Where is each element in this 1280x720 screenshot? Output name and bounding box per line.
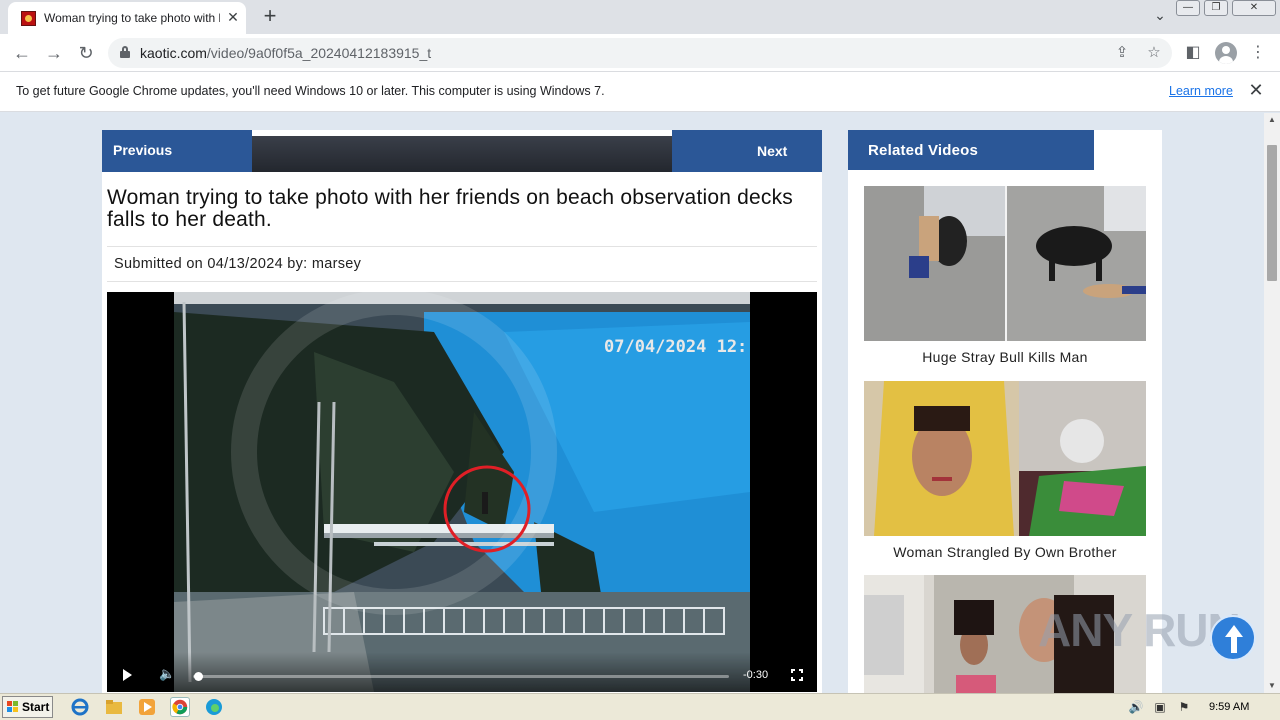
profile-icon[interactable] xyxy=(1215,42,1237,64)
video-panel: Previous Next Woman trying to take photo… xyxy=(102,130,822,693)
anyrun-watermark: ANY RUN xyxy=(1038,604,1241,656)
edge-icon[interactable] xyxy=(204,697,224,717)
tab-title: Woman trying to take photo with her frie… xyxy=(44,11,220,25)
window-close-button[interactable]: ✕ xyxy=(1232,0,1276,16)
next-button[interactable]: Next xyxy=(672,130,822,172)
scroll-up-arrow-icon[interactable]: ▲ xyxy=(1264,113,1280,127)
seek-bar[interactable] xyxy=(193,672,729,681)
browser-tab[interactable]: Woman trying to take photo with her frie… xyxy=(8,2,246,34)
video-frame[interactable]: 07/04/2024 12: xyxy=(174,292,750,692)
volume-tray-icon[interactable]: 🔊 xyxy=(1128,700,1144,714)
window-controls: — ❐ ✕ xyxy=(1172,0,1276,18)
browser-toolbar: ← → ↻ kaotic.com/video/9a0f0f5a_20240412… xyxy=(0,34,1280,72)
video-title: Woman trying to take photo with her frie… xyxy=(107,186,793,231)
chrome-icon[interactable] xyxy=(170,697,190,717)
star-icon[interactable]: ☆ xyxy=(1144,43,1164,63)
video-controls: 🔈 -0:30 xyxy=(107,652,817,692)
video-player[interactable]: 07/04/2024 12: 🔈 -0:30 xyxy=(107,292,817,692)
ie-icon[interactable] xyxy=(70,697,90,717)
time-remaining: -0:30 xyxy=(743,669,769,681)
page-scrollbar[interactable]: ▲ ▼ xyxy=(1264,113,1280,693)
related-caption-1[interactable]: Huge Stray Bull Kills Man xyxy=(848,349,1162,365)
share-icon[interactable]: ⇪ xyxy=(1112,43,1132,63)
page-viewport: Previous Next Woman trying to take photo… xyxy=(0,113,1264,693)
reload-icon[interactable]: ↻ xyxy=(74,41,98,65)
maximize-button[interactable]: ❐ xyxy=(1204,0,1228,16)
address-bar[interactable]: kaotic.com/video/9a0f0f5a_20240412183915… xyxy=(108,38,1172,68)
tab-strip: Woman trying to take photo with her frie… xyxy=(0,0,1280,34)
back-arrow-icon[interactable]: ← xyxy=(10,41,34,65)
url-text: kaotic.com/video/9a0f0f5a_20240412183915… xyxy=(140,45,432,61)
infobar-close-icon[interactable]: ✕ xyxy=(1246,80,1266,100)
minimize-button[interactable]: — xyxy=(1176,0,1200,16)
menu-icon[interactable]: ⋮ xyxy=(1248,43,1268,63)
related-thumb-2[interactable] xyxy=(864,381,1146,536)
action-center-flag-icon[interactable]: ⚑ xyxy=(1176,700,1192,714)
scroll-thumb[interactable] xyxy=(1267,145,1277,281)
related-header: Related Videos xyxy=(848,130,1094,170)
windows-logo-icon xyxy=(7,701,19,713)
tab-search-icon[interactable]: ⌄ xyxy=(1150,7,1170,27)
update-infobar: To get future Google Chrome updates, you… xyxy=(0,72,1280,112)
seek-knob[interactable] xyxy=(194,672,204,681)
video-nav: Previous Next xyxy=(102,130,822,172)
play-icon[interactable] xyxy=(121,668,133,682)
side-panel-icon[interactable]: ◧ xyxy=(1183,43,1203,63)
folder-icon[interactable] xyxy=(104,697,124,717)
scroll-to-top-button[interactable] xyxy=(1210,615,1256,661)
forward-arrow-icon[interactable]: → xyxy=(42,41,66,65)
submitted-info: Submitted on 04/13/2024 by: marsey xyxy=(114,256,362,272)
favicon-icon xyxy=(21,11,36,26)
tab-close-icon[interactable]: ✕ xyxy=(224,8,242,26)
submitter-link[interactable]: marsey xyxy=(312,256,361,272)
scroll-down-arrow-icon[interactable]: ▼ xyxy=(1264,679,1280,693)
taskbar-clock[interactable]: 9:59 AM xyxy=(1209,701,1249,713)
infobar-message: To get future Google Chrome updates, you… xyxy=(16,84,605,98)
previous-button[interactable]: Previous xyxy=(102,130,252,172)
related-thumb-1[interactable] xyxy=(864,186,1146,341)
new-tab-button[interactable]: + xyxy=(258,5,282,29)
media-player-icon[interactable] xyxy=(137,697,157,717)
lock-icon[interactable] xyxy=(120,46,130,58)
volume-icon[interactable]: 🔈 xyxy=(159,666,175,682)
video-timestamp: 07/04/2024 12: xyxy=(604,337,748,357)
network-tray-icon[interactable]: ▣ xyxy=(1152,700,1168,714)
taskbar: Start 🔊 ▣ ⚑ 9:59 AM xyxy=(0,693,1280,720)
start-button[interactable]: Start xyxy=(2,696,53,718)
fullscreen-icon[interactable] xyxy=(791,669,803,681)
learn-more-link[interactable]: Learn more xyxy=(1169,84,1233,98)
related-caption-2[interactable]: Woman Strangled By Own Brother xyxy=(848,544,1162,560)
